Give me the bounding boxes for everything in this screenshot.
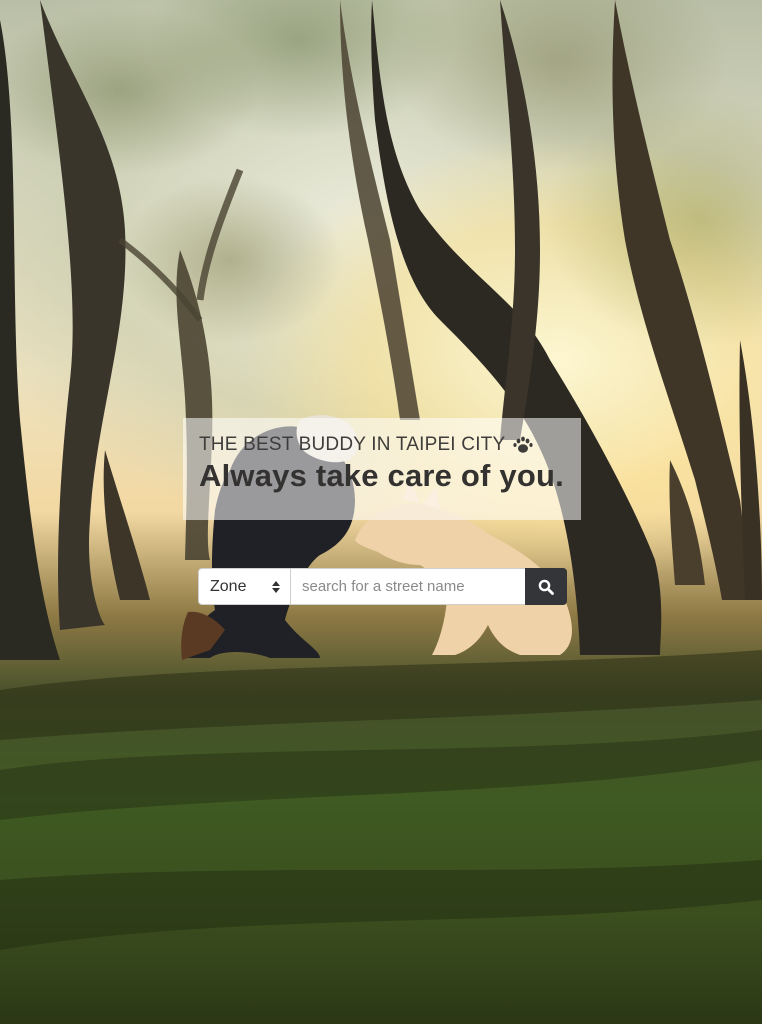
hero-section: THE BEST BUDDY IN TAIPEI CITY Always tak… [0, 0, 762, 1024]
headline-title: Always take care of you. [199, 458, 564, 493]
zone-select-label: Zone [210, 577, 247, 595]
headline-kicker: THE BEST BUDDY IN TAIPEI CITY [199, 434, 581, 456]
search-bar: Zone [198, 568, 567, 605]
headline-panel: THE BEST BUDDY IN TAIPEI CITY Always tak… [183, 418, 581, 520]
zone-select[interactable]: Zone [198, 568, 291, 605]
search-button[interactable] [525, 568, 567, 605]
search-icon [538, 579, 554, 595]
street-search-input[interactable] [291, 568, 525, 605]
select-arrows-icon [272, 580, 280, 593]
headline-kicker-text: THE BEST BUDDY IN TAIPEI CITY [199, 434, 506, 455]
paw-icon [513, 436, 533, 453]
